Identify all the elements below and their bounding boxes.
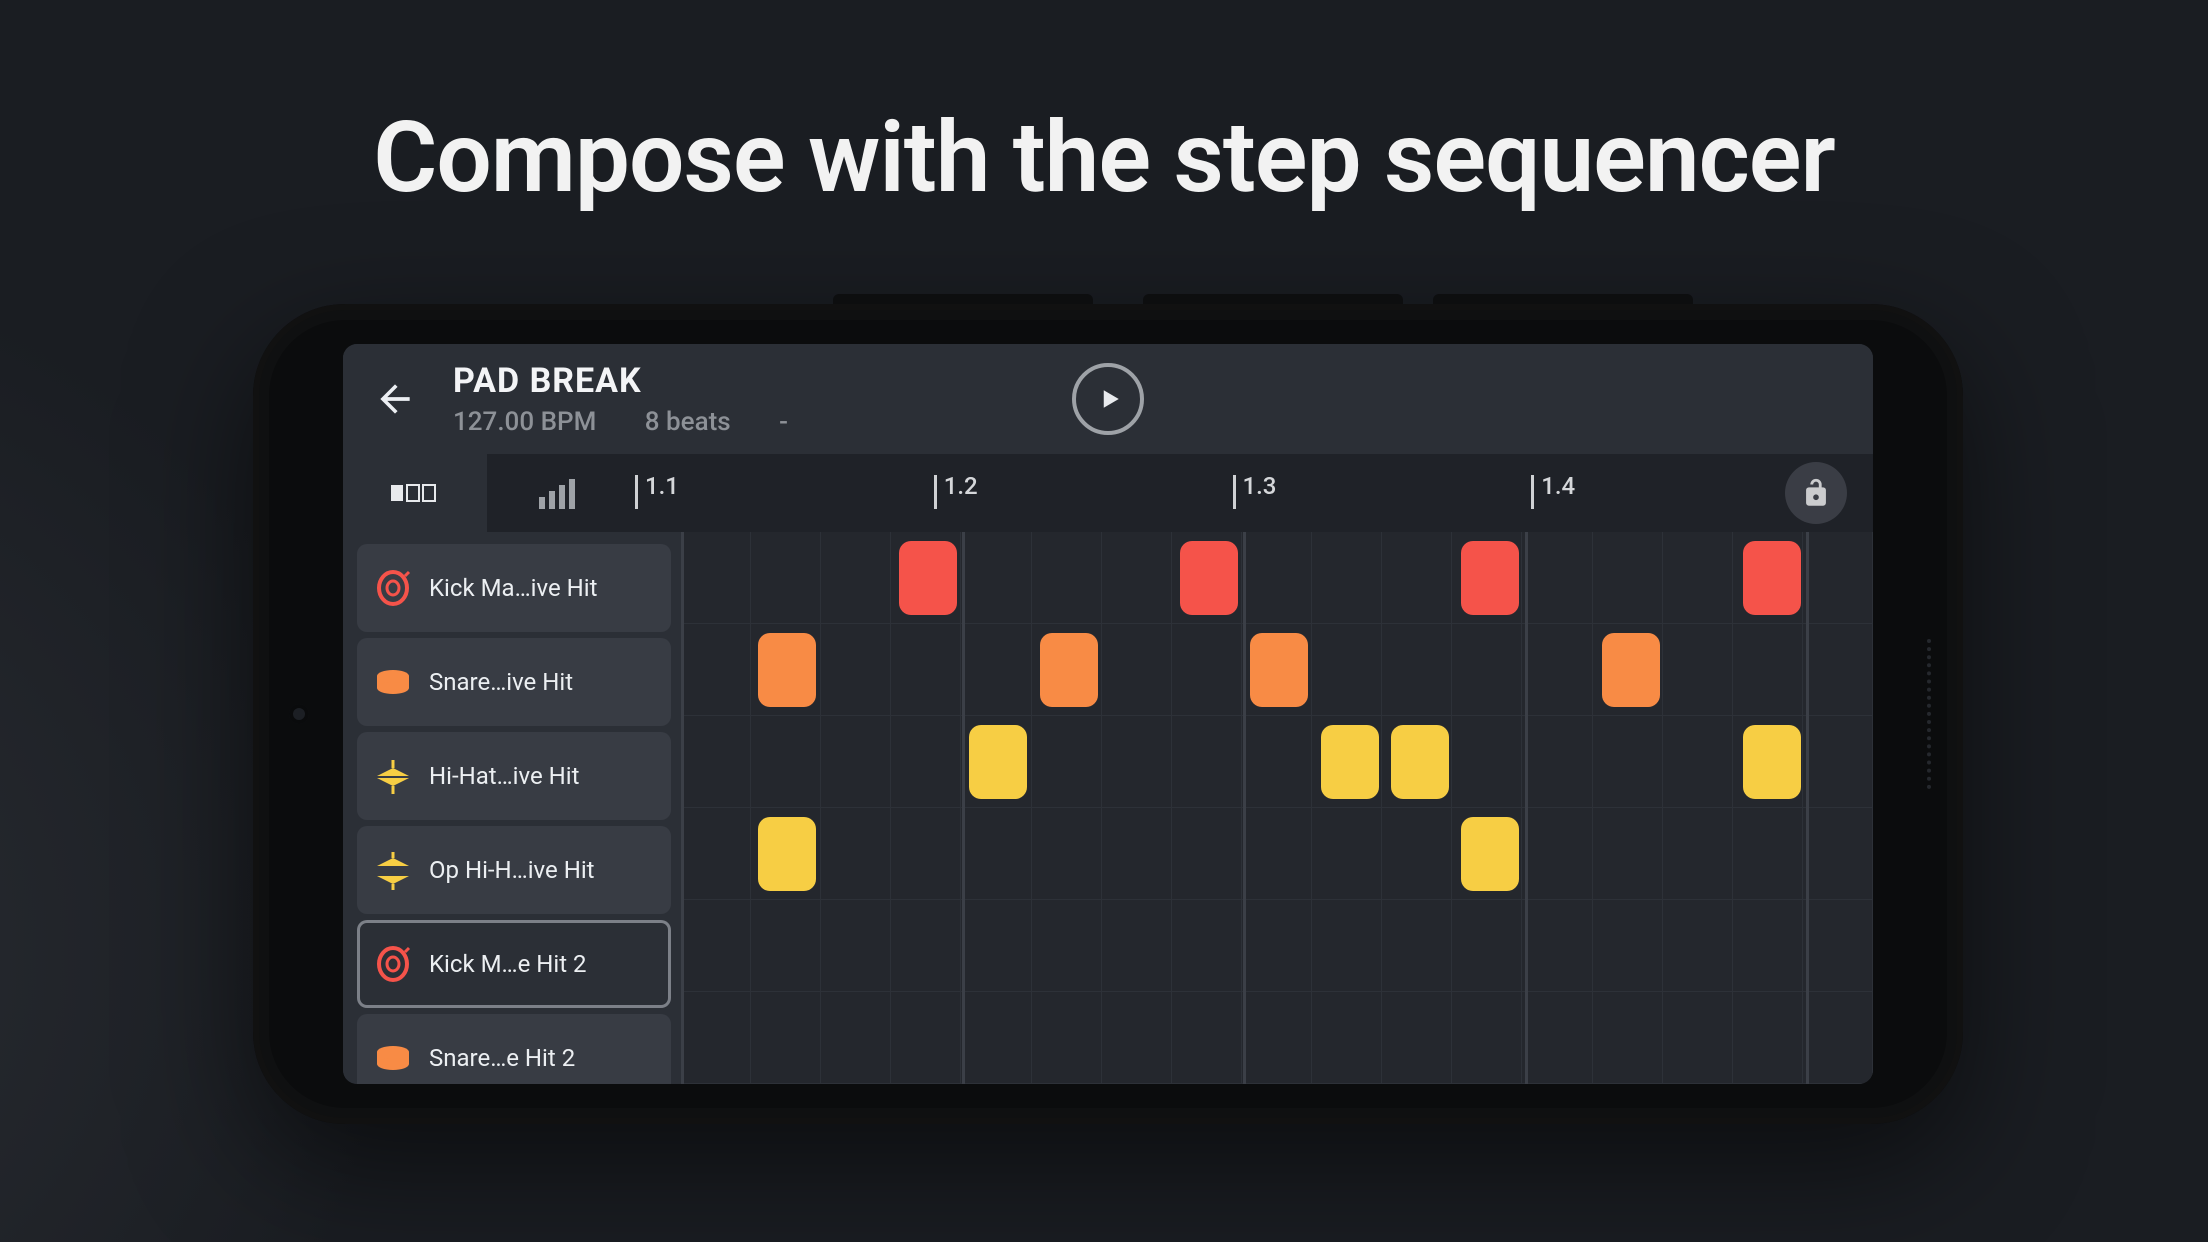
track-label: Snare…e Hit 2 bbox=[429, 1044, 657, 1072]
step-note[interactable] bbox=[1250, 633, 1308, 707]
track-label: Hi-Hat…ive Hit bbox=[429, 762, 657, 790]
snare-icon bbox=[373, 1038, 413, 1078]
beat-divider bbox=[1243, 532, 1246, 1084]
step-note[interactable] bbox=[1743, 541, 1801, 615]
step-note[interactable] bbox=[1461, 541, 1519, 615]
track-label: Snare…ive Hit bbox=[429, 668, 657, 696]
toolbar-row: 1.1 1.2 1.3 1.4 bbox=[343, 454, 1873, 532]
step-note[interactable] bbox=[1321, 725, 1379, 799]
back-button[interactable] bbox=[373, 377, 417, 421]
app-screen: PAD BREAK 127.00 BPM 8 beats - bbox=[343, 344, 1873, 1084]
top-bar: PAD BREAK 127.00 BPM 8 beats - bbox=[343, 344, 1873, 454]
kick-icon bbox=[373, 944, 413, 984]
track-row[interactable]: Snare…ive Hit bbox=[357, 638, 671, 726]
phone-camera-dot bbox=[289, 704, 309, 724]
step-note[interactable] bbox=[1180, 541, 1238, 615]
steps-icon bbox=[391, 481, 439, 505]
ruler-tick: 1.4 bbox=[1541, 472, 1575, 500]
play-button[interactable] bbox=[1072, 363, 1144, 435]
step-note[interactable] bbox=[1040, 633, 1098, 707]
step-note[interactable] bbox=[899, 541, 957, 615]
track-list: Kick Ma…ive Hit Snare…ive Hit Hi-Hat…ive H… bbox=[343, 532, 681, 1084]
ruler-tick: 1.2 bbox=[944, 472, 978, 500]
ruler-tick: 1.3 bbox=[1243, 472, 1277, 500]
ruler-tick: 1.1 bbox=[645, 472, 679, 500]
extra-label: - bbox=[779, 407, 788, 437]
kick-icon bbox=[373, 568, 413, 608]
title-block: PAD BREAK 127.00 BPM 8 beats - bbox=[453, 361, 830, 437]
step-grid[interactable] bbox=[681, 532, 1873, 1084]
step-note[interactable] bbox=[1391, 725, 1449, 799]
track-row[interactable]: Hi-Hat…ive Hit bbox=[357, 732, 671, 820]
track-row[interactable]: Snare…e Hit 2 bbox=[357, 1014, 671, 1084]
step-note[interactable] bbox=[1602, 633, 1660, 707]
step-note[interactable] bbox=[1461, 817, 1519, 891]
track-row[interactable]: Op Hi-H…ive Hit bbox=[357, 826, 671, 914]
levels-icon bbox=[539, 477, 579, 509]
pattern-title: PAD BREAK bbox=[453, 361, 830, 401]
step-note[interactable] bbox=[1743, 725, 1801, 799]
step-note[interactable] bbox=[758, 633, 816, 707]
beat-divider bbox=[962, 532, 965, 1084]
beats-label[interactable]: 8 beats bbox=[645, 407, 731, 437]
track-label: Kick Ma…ive Hit bbox=[429, 574, 657, 602]
grid-cells bbox=[681, 532, 1873, 1084]
timeline-ruler[interactable]: 1.1 1.2 1.3 1.4 bbox=[631, 454, 1873, 532]
track-label: Op Hi-H…ive Hit bbox=[429, 856, 657, 884]
track-row[interactable]: Kick Ma…ive Hit bbox=[357, 544, 671, 632]
phone-speaker-grille bbox=[1927, 639, 1935, 789]
track-row[interactable]: Kick M…e Hit 2 bbox=[357, 920, 671, 1008]
track-label: Kick M…e Hit 2 bbox=[429, 950, 657, 978]
step-note[interactable] bbox=[969, 725, 1027, 799]
beat-divider bbox=[1525, 532, 1528, 1084]
step-note[interactable] bbox=[758, 817, 816, 891]
arrow-left-icon bbox=[373, 377, 417, 421]
bpm-label[interactable]: 127.00 BPM bbox=[453, 407, 596, 437]
snare-icon bbox=[373, 662, 413, 702]
play-icon bbox=[1095, 384, 1125, 414]
promo-title: Compose with the step sequencer bbox=[0, 100, 2208, 215]
unlock-icon bbox=[1799, 476, 1833, 510]
tab-levels[interactable] bbox=[487, 454, 631, 532]
beat-divider bbox=[1806, 532, 1809, 1084]
tab-steps[interactable] bbox=[343, 454, 487, 532]
lock-button[interactable] bbox=[1785, 462, 1847, 524]
hihat-icon bbox=[373, 756, 413, 796]
ohat-icon bbox=[373, 850, 413, 890]
beat-divider bbox=[681, 532, 684, 1084]
phone-frame: PAD BREAK 127.00 BPM 8 beats - bbox=[253, 304, 1963, 1124]
sequencer-body: Kick Ma…ive Hit Snare…ive Hit Hi-Hat…ive H… bbox=[343, 532, 1873, 1084]
